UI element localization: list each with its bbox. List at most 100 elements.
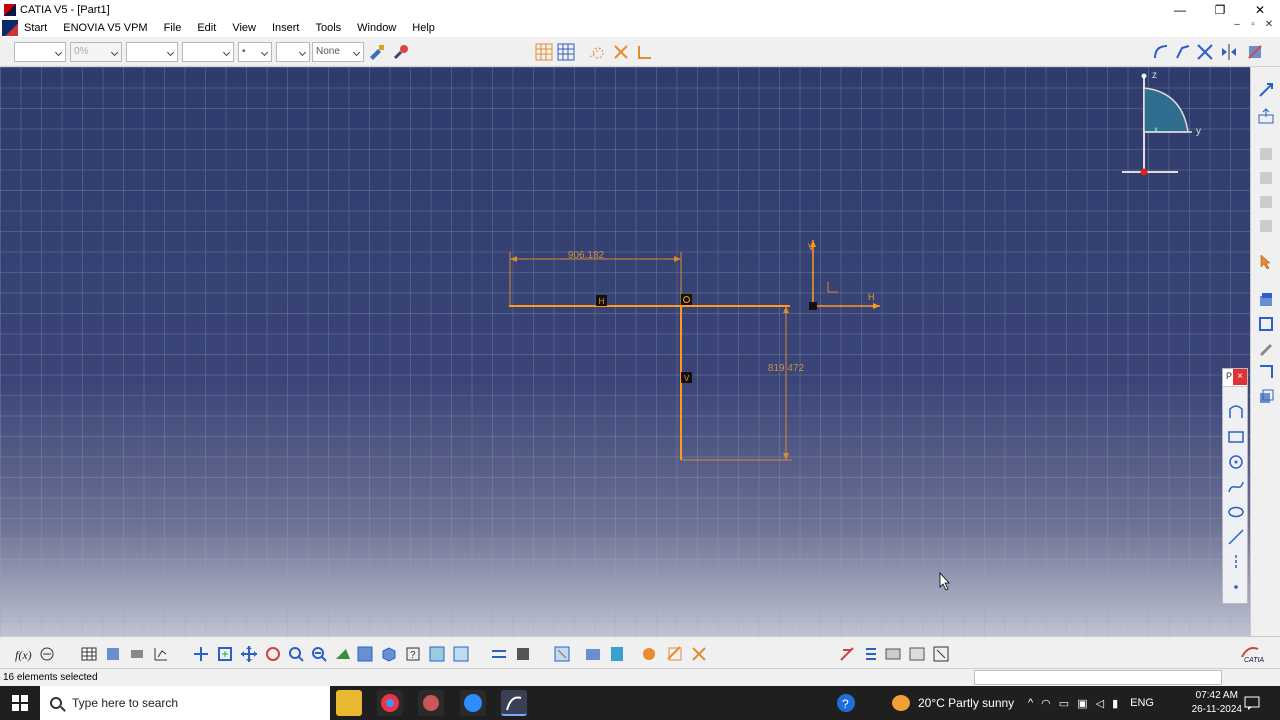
ellipse-icon[interactable] [1227, 503, 1245, 521]
multi-view-icon[interactable] [356, 645, 374, 663]
system-clock[interactable]: 07:42 AM 26-11-2024 [1192, 689, 1242, 717]
volume-icon[interactable]: ◁ [1096, 697, 1104, 710]
vertical-dimension-value[interactable]: 819.472 [768, 363, 805, 374]
close-window-button[interactable]: ✕ [1240, 0, 1280, 19]
rendering-combo[interactable] [276, 42, 310, 62]
power-input-field[interactable] [974, 670, 1222, 685]
hide-show-icon[interactable]: ? [404, 645, 422, 663]
horizontal-constraint-marker[interactable]: H [596, 295, 607, 306]
table-icon[interactable] [80, 645, 98, 663]
profile-feature-icon[interactable] [640, 645, 658, 663]
doc-restore-button[interactable]: ▫ [1246, 19, 1260, 37]
wifi-icon[interactable]: ◠ [1041, 697, 1051, 710]
line-icon[interactable] [1227, 528, 1245, 546]
visualization-icon[interactable] [608, 645, 626, 663]
export-icon[interactable] [1257, 107, 1275, 125]
exit-workbench-icon[interactable] [1257, 81, 1275, 99]
file-explorer-icon[interactable] [336, 690, 362, 716]
normal-view-sketch-icon[interactable] [584, 645, 602, 663]
formula-icon[interactable]: f(x) [14, 645, 32, 663]
language-indicator[interactable]: ENG [1130, 697, 1154, 709]
network-icon[interactable]: ▣ [1077, 697, 1087, 710]
corner-icon[interactable] [1152, 43, 1170, 61]
fly-mode-icon[interactable] [192, 645, 210, 663]
color-combo[interactable] [14, 42, 66, 62]
rotate-icon[interactable] [264, 645, 282, 663]
menu-help[interactable]: Help [404, 22, 443, 34]
menu-view[interactable]: View [224, 22, 264, 34]
vertical-dimension[interactable]: 819.472 [681, 306, 805, 461]
layer-combo[interactable]: None [312, 42, 364, 62]
profile-toolbar-close-button[interactable]: × [1233, 369, 1247, 385]
app-icon-2[interactable] [418, 690, 444, 716]
zoom-icon[interactable] [460, 690, 486, 716]
compass[interactable]: z y x [1122, 70, 1201, 176]
chevron-up-icon[interactable]: ^ [1028, 697, 1033, 709]
3d-viewport[interactable]: 906.182 819.472 H V V H z y x [0, 67, 1250, 636]
catia-start-icon[interactable] [2, 20, 18, 36]
3d-geometry-icon[interactable] [1257, 387, 1275, 405]
shading-icon[interactable] [452, 645, 470, 663]
catia-taskbar-icon[interactable] [501, 690, 527, 716]
sketch-analysis-icon[interactable] [490, 645, 508, 663]
chrome-icon[interactable] [377, 690, 403, 716]
horizontal-dimension-value[interactable]: 906.182 [568, 250, 605, 261]
catalog-icon[interactable] [104, 645, 122, 663]
spline-icon[interactable] [1227, 478, 1245, 496]
doc-minimize-button[interactable]: – [1230, 19, 1244, 37]
fit-all-icon[interactable] [216, 645, 234, 663]
profile-toolbar-header[interactable]: P × [1223, 369, 1247, 387]
restore-button[interactable]: ❐ [1200, 0, 1240, 19]
chamfer-icon[interactable] [1174, 43, 1192, 61]
circle-icon[interactable] [1227, 453, 1245, 471]
select-icon[interactable] [1257, 253, 1275, 271]
normal-view-icon[interactable] [334, 645, 352, 663]
output-feature-icon[interactable] [838, 645, 856, 663]
zoom-in-icon[interactable] [287, 645, 305, 663]
knowledge-icon[interactable] [38, 645, 56, 663]
pan-icon[interactable] [240, 645, 258, 663]
coincidence-marker[interactable] [681, 294, 692, 305]
vertical-constraint-marker[interactable]: V [681, 372, 692, 383]
linetype-combo[interactable] [182, 42, 234, 62]
profile-icon[interactable] [1227, 403, 1245, 421]
project-3d-icon[interactable] [1246, 43, 1264, 61]
constraint-tool-icon[interactable] [1257, 315, 1275, 333]
horizontal-dimension[interactable]: 906.182 [509, 250, 682, 306]
point-type-combo[interactable]: • [238, 42, 272, 62]
taskbar-search-box[interactable]: Type here to search [40, 686, 330, 720]
mic-icon[interactable]: ▮ [1112, 697, 1118, 710]
mirror-icon[interactable] [1220, 43, 1238, 61]
menu-window[interactable]: Window [349, 22, 404, 34]
mechanical-icon[interactable] [932, 645, 950, 663]
grid-tool-icon[interactable] [908, 645, 926, 663]
point-icon[interactable] [1227, 578, 1245, 596]
menu-enovia[interactable]: ENOVIA V5 VPM [55, 22, 155, 34]
dimensional-constraints-icon[interactable] [636, 43, 654, 61]
transparency-combo[interactable]: 0% [70, 42, 122, 62]
dimension-tool-icon[interactable] [666, 645, 684, 663]
geometrical-constraints-icon[interactable] [612, 43, 630, 61]
analysis-icon[interactable] [152, 645, 170, 663]
swap-visible-space-icon[interactable] [428, 645, 446, 663]
transformation-icon[interactable] [1257, 363, 1275, 381]
trim-icon[interactable] [1196, 43, 1214, 61]
sketch-canvas[interactable]: 906.182 819.472 H V V H z y x [0, 67, 1250, 636]
menu-insert[interactable]: Insert [264, 22, 308, 34]
grid-icon[interactable] [557, 43, 575, 61]
cut-part-by-plane-icon[interactable] [553, 645, 571, 663]
measure-icon[interactable] [128, 645, 146, 663]
line-thickness-combo[interactable] [126, 42, 178, 62]
operation-icon[interactable] [1257, 291, 1275, 309]
menu-file[interactable]: File [156, 22, 190, 34]
battery-icon[interactable]: ▭ [1059, 697, 1069, 710]
snap-to-point-icon[interactable] [535, 43, 553, 61]
properties-brush-icon[interactable] [392, 43, 410, 61]
auto-constraint-icon[interactable] [690, 645, 708, 663]
tools-list-icon[interactable] [862, 645, 880, 663]
layer-filter-icon[interactable] [884, 645, 902, 663]
doc-close-button[interactable]: ✕ [1262, 19, 1276, 37]
painter-icon[interactable] [368, 43, 386, 61]
notification-icon[interactable] [1244, 686, 1260, 720]
zoom-out-icon[interactable] [310, 645, 328, 663]
